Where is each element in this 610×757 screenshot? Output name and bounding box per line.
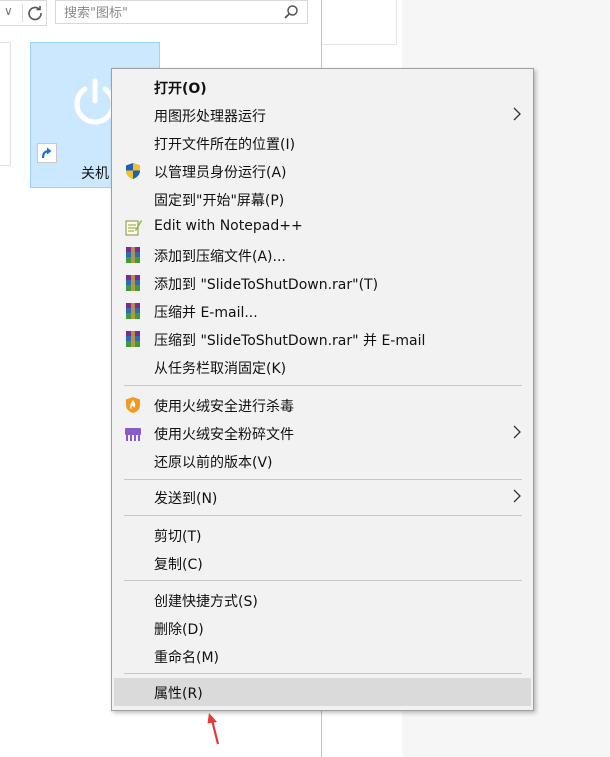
menu-item-pin-to-start[interactable]: 固定到"开始"屏幕(P) <box>114 185 531 213</box>
chevron-right-icon <box>513 107 521 121</box>
menu-item-huorong-scan[interactable]: 使用火绒安全进行杀毒 <box>114 391 531 419</box>
menu-item-label: 重命名(M) <box>154 650 220 666</box>
menu-item-label: 用图形处理器运行 <box>154 109 266 125</box>
menu-item-label: 添加到压缩文件(A)... <box>154 249 286 265</box>
menu-item-edit-notepadpp[interactable]: Edit with Notepad++ <box>114 213 531 241</box>
menu-item-label: 压缩到 "SlideToShutDown.rar" 并 E-mail <box>154 333 426 349</box>
chevron-right-icon <box>513 489 521 503</box>
menu-item-compress-email[interactable]: 压缩并 E-mail... <box>114 297 531 325</box>
search-box[interactable] <box>55 0 308 24</box>
winrar-icon <box>126 331 140 347</box>
search-icon[interactable] <box>283 4 299 20</box>
shortcut-arrow-icon <box>37 143 57 163</box>
menu-separator <box>124 515 522 516</box>
menu-item-label: Edit with Notepad++ <box>154 218 303 234</box>
chevron-right-icon <box>513 425 521 439</box>
notepadpp-icon <box>125 220 142 236</box>
menu-item-huorong-shred[interactable]: 使用火绒安全粉碎文件 <box>114 419 531 447</box>
menu-item-label: 属性(R) <box>154 686 203 702</box>
menu-item-label: 剪切(T) <box>154 529 202 545</box>
winrar-icon <box>126 303 140 319</box>
menu-item-label: 还原以前的版本(V) <box>154 455 273 471</box>
menu-item-label: 发送到(N) <box>154 491 218 507</box>
winrar-icon <box>126 275 140 291</box>
menu-item-label: 使用火绒安全进行杀毒 <box>154 399 294 415</box>
menu-item-label: 从任务栏取消固定(K) <box>154 361 287 377</box>
uac-shield-icon <box>126 163 140 179</box>
menu-separator <box>124 673 522 674</box>
menu-item-label: 打开文件所在的位置(I) <box>154 137 296 153</box>
menu-item-cut[interactable]: 剪切(T) <box>114 521 531 549</box>
menu-item-properties[interactable]: 属性(R) <box>114 678 531 706</box>
refresh-button[interactable] <box>24 1 46 25</box>
winrar-icon <box>126 247 140 263</box>
menu-item-add-to-archive[interactable]: 添加到压缩文件(A)... <box>114 241 531 269</box>
search-input[interactable] <box>62 2 281 24</box>
menu-item-label: 使用火绒安全粉碎文件 <box>154 427 294 443</box>
huorong-shield-icon <box>126 397 140 413</box>
menu-separator <box>124 385 522 386</box>
chevron-down-icon[interactable]: ∨ <box>4 4 13 18</box>
menu-item-send-to[interactable]: 发送到(N) <box>114 483 531 511</box>
menu-item-open-file-location[interactable]: 打开文件所在的位置(I) <box>114 129 531 157</box>
annotation-arrow-icon <box>207 713 220 745</box>
menu-item-label: 删除(D) <box>154 622 204 638</box>
context-menu: 打开(O) 用图形处理器运行 打开文件所在的位置(I) 以管理员身份运行(A) … <box>111 68 534 711</box>
refresh-icon <box>28 6 42 21</box>
menu-item-run-with-gpu[interactable]: 用图形处理器运行 <box>114 101 531 129</box>
shredder-icon <box>125 428 141 441</box>
navigation-pane <box>0 42 11 166</box>
menu-item-label: 打开(O) <box>154 81 207 97</box>
menu-item-delete[interactable]: 删除(D) <box>114 614 531 642</box>
menu-item-unpin-taskbar[interactable]: 从任务栏取消固定(K) <box>114 353 531 381</box>
menu-item-label: 复制(C) <box>154 557 203 573</box>
menu-item-label: 创建快捷方式(S) <box>154 594 258 610</box>
menu-item-restore-versions[interactable]: 还原以前的版本(V) <box>114 447 531 475</box>
menu-item-open[interactable]: 打开(O) <box>114 73 531 101</box>
nav-controls: ∨ <box>0 0 47 26</box>
menu-item-run-as-admin[interactable]: 以管理员身份运行(A) <box>114 157 531 185</box>
menu-item-add-to-rar[interactable]: 添加到 "SlideToShutDown.rar"(T) <box>114 269 531 297</box>
menu-separator <box>124 580 522 581</box>
menu-item-label: 压缩并 E-mail... <box>154 305 258 321</box>
menu-item-create-shortcut[interactable]: 创建快捷方式(S) <box>114 586 531 614</box>
menu-separator <box>124 479 522 480</box>
menu-item-label: 添加到 "SlideToShutDown.rar"(T) <box>154 277 379 293</box>
menu-item-rename[interactable]: 重命名(M) <box>114 642 531 670</box>
menu-item-label: 固定到"开始"屏幕(P) <box>154 193 285 209</box>
explorer-toolbar: ∨ <box>0 0 321 26</box>
menu-item-compress-rar-email[interactable]: 压缩到 "SlideToShutDown.rar" 并 E-mail <box>114 325 531 353</box>
menu-item-label: 以管理员身份运行(A) <box>154 165 287 181</box>
menu-item-copy[interactable]: 复制(C) <box>114 549 531 577</box>
background-window-pane <box>322 0 397 45</box>
toolbar-divider <box>22 4 23 22</box>
